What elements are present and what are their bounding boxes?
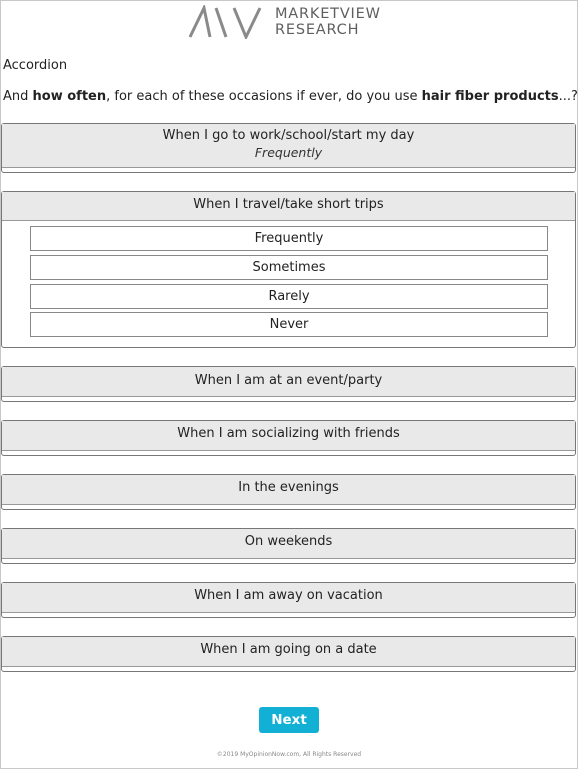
- brand-logo: MARKETVIEW RESEARCH: [188, 5, 381, 39]
- accordion-event-party[interactable]: When I am at an event/party: [1, 366, 576, 402]
- accordion-travel[interactable]: When I travel/take short trips Frequentl…: [1, 191, 576, 348]
- brand-line2: RESEARCH: [275, 22, 360, 38]
- accordion-header[interactable]: When I am at an event/party: [2, 367, 575, 397]
- next-button[interactable]: Next: [259, 707, 319, 733]
- accordion-title: When I am socializing with friends: [177, 426, 400, 441]
- accordion-work-school[interactable]: When I go to work/school/start my day Fr…: [1, 123, 576, 173]
- accordion-header[interactable]: When I travel/take short trips: [2, 192, 575, 221]
- accordion-header[interactable]: When I go to work/school/start my day Fr…: [2, 124, 575, 168]
- accordion-header[interactable]: On weekends: [2, 529, 575, 559]
- accordion-vacation[interactable]: When I am away on vacation: [1, 582, 576, 618]
- accordion-title: When I am away on vacation: [194, 588, 383, 603]
- accordion-selected-answer: Frequently: [254, 145, 323, 160]
- accordion-title: On weekends: [244, 534, 333, 549]
- question-text-post: ...?: [558, 89, 578, 104]
- accordion-header[interactable]: When I am going on a date: [2, 637, 575, 667]
- accordion-date[interactable]: When I am going on a date: [1, 636, 576, 672]
- accordion-socializing[interactable]: When I am socializing with friends: [1, 420, 576, 456]
- accordion-title: When I am at an event/party: [194, 373, 383, 388]
- option-never[interactable]: Never: [30, 312, 548, 337]
- brand-line1: MARKETVIEW: [275, 6, 381, 22]
- option-sometimes[interactable]: Sometimes: [30, 255, 548, 280]
- accordion-header[interactable]: When I am away on vacation: [2, 583, 575, 613]
- accordion-weekends[interactable]: On weekends: [1, 528, 576, 564]
- accordion-evenings[interactable]: In the evenings: [1, 474, 576, 510]
- accordion-title: When I am going on a date: [200, 642, 377, 657]
- question-text-bold2: hair fiber products: [421, 89, 559, 104]
- brand-name: MARKETVIEW RESEARCH: [275, 6, 381, 38]
- accordion-title: In the evenings: [238, 480, 339, 495]
- option-rarely[interactable]: Rarely: [30, 284, 548, 309]
- accordion-title: When I go to work/school/start my day: [162, 128, 415, 143]
- question-text-pre: And: [3, 89, 33, 104]
- question-type-label: Accordion: [3, 58, 68, 73]
- accordion-header[interactable]: In the evenings: [2, 475, 575, 505]
- mv-logo-icon: [188, 5, 262, 39]
- footer-copyright: ©2019 MyOpinionNow.com, All Rights Reser…: [216, 751, 362, 758]
- option-frequently[interactable]: Frequently: [30, 226, 548, 251]
- question-text-bold1: how often: [32, 89, 107, 104]
- accordion-header[interactable]: When I am socializing with friends: [2, 421, 575, 451]
- accordion-title: When I travel/take short trips: [193, 197, 384, 212]
- question-text-mid: , for each of these occasions if ever, d…: [106, 89, 422, 104]
- question-text: And how often, for each of these occasio…: [3, 89, 578, 104]
